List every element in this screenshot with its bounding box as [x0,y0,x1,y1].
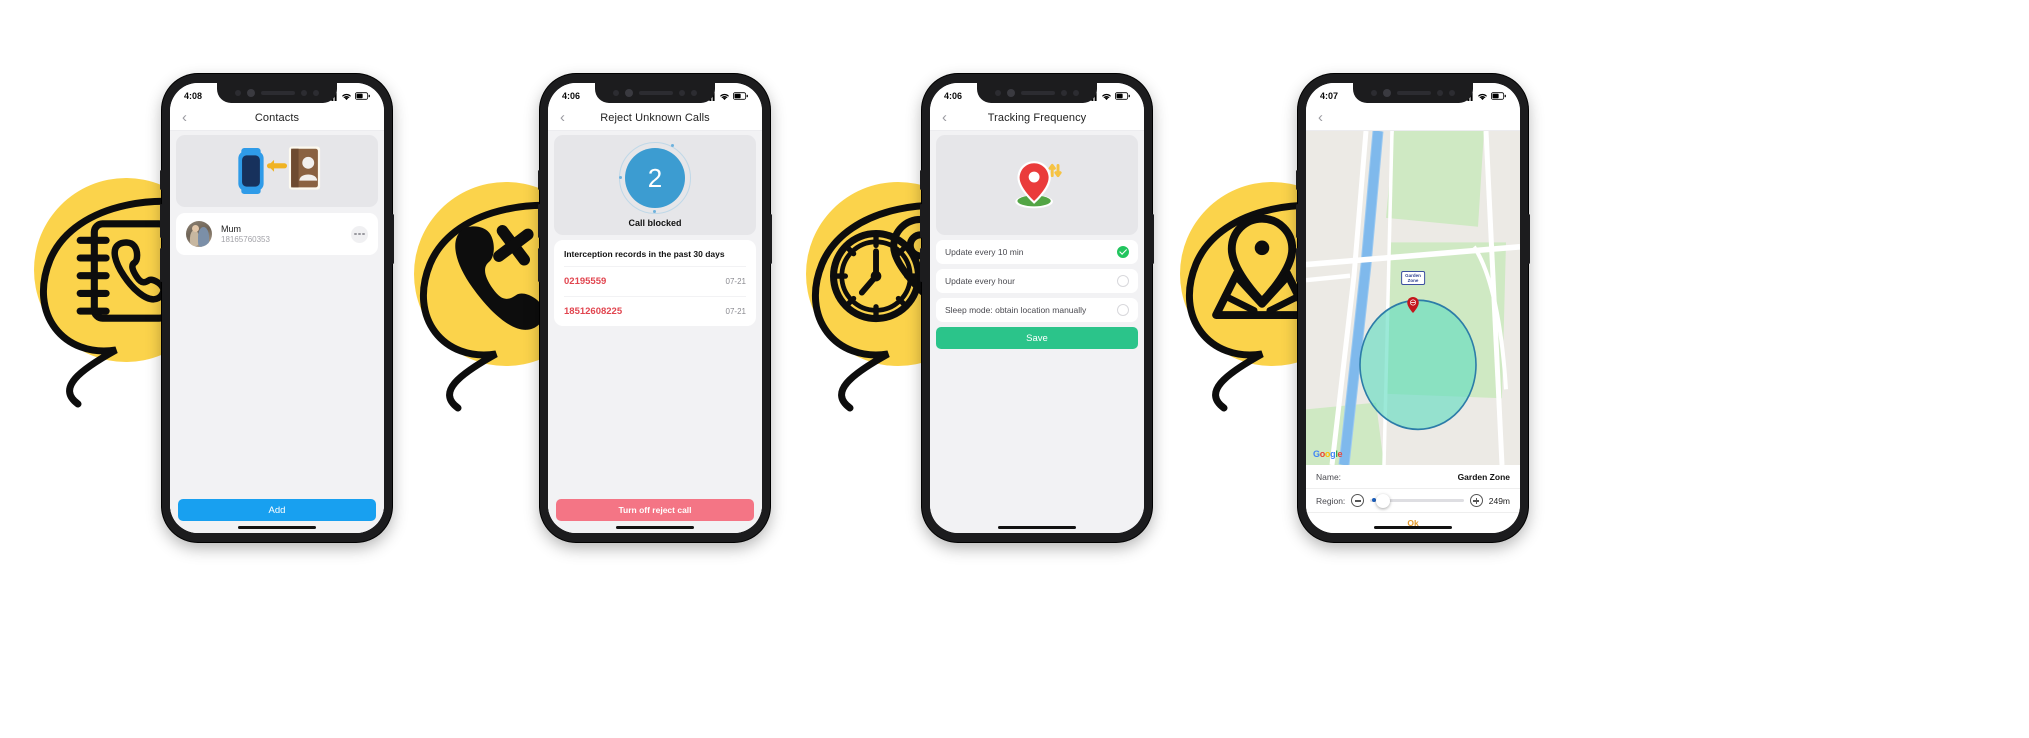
notch [595,83,715,103]
screen-reject-calls: 4:06 ‹ Reject Unknown Calls 2 Call block… [548,83,762,533]
battery-icon [1491,92,1506,100]
notch [977,83,1097,103]
blocked-count-value: 2 [625,148,685,208]
showcase-canvas: 4:08 ‹ Contacts Mum 18165760353 Add 4:06… [0,0,2029,738]
blocked-counter: 2 [619,142,691,214]
option-label: Sleep mode: obtain location manually [945,305,1087,315]
slider-handle[interactable] [1376,493,1391,508]
radius-slider[interactable] [1370,493,1464,508]
status-time: 4:07 [1320,91,1339,101]
home-indicator [1374,525,1452,529]
name-label: Name: [1316,471,1342,482]
wifi-icon [1478,93,1487,100]
screen-geofence-map: 4:07 ‹ Garden Zone Google Name: Garden Z… [1306,83,1520,533]
page-title: Contacts [254,111,300,124]
wifi-icon [342,93,351,100]
status-time: 4:06 [562,91,581,101]
hero-illustration-contacts [176,135,378,207]
notch [217,83,337,103]
record-number: 18512608225 [564,306,623,317]
turn-off-reject-call-button[interactable]: Turn off reject call [556,499,754,521]
list-item[interactable]: Mum 18165760353 [176,213,378,255]
record-date: 07-21 [725,277,746,286]
record-date: 07-21 [725,307,746,316]
nav-bar: ‹ Reject Unknown Calls [548,105,762,131]
save-button[interactable]: Save [936,327,1138,349]
radius-value: 249m [1488,495,1510,506]
geofence-pin-icon[interactable] [1407,296,1420,313]
status-time: 4:08 [184,91,203,101]
phone-contacts: 4:08 ‹ Contacts Mum 18165760353 Add [160,74,394,542]
plus-circle-icon[interactable] [1469,494,1483,507]
nav-bar: ‹ Tracking Frequency [930,105,1144,131]
battery-icon [733,92,748,100]
home-indicator [616,525,694,529]
zone-label: Garden Zone [1401,270,1425,285]
option-update-10-min[interactable]: Update every 10 min [936,240,1138,264]
option-label: Update every hour [945,276,1015,286]
interception-records-card: Interception records in the past 30 days… [554,240,756,326]
records-title: Interception records in the past 30 days [564,249,725,259]
minus-circle-icon[interactable] [1351,494,1365,507]
table-row[interactable]: 02195559 07-21 [564,266,746,296]
nav-bar: ‹ [1306,105,1520,131]
blocked-count-panel: 2 Call blocked [554,135,756,235]
battery-icon [355,92,370,100]
region-label: Region: [1316,495,1346,506]
wifi-icon [720,93,729,100]
phone-reject-calls: 4:06 ‹ Reject Unknown Calls 2 Call block… [538,74,772,542]
avatar [186,221,212,247]
blocked-caption: Call blocked [628,218,682,228]
add-button[interactable]: Add [178,499,376,521]
ok-button[interactable]: Ok [1306,513,1520,533]
screen-tracking-frequency: 4:06 ‹ Tracking Frequency Update every 1… [930,83,1144,533]
option-label: Update every 10 min [945,247,1024,257]
status-time: 4:06 [944,91,963,101]
option-sleep-mode[interactable]: Sleep mode: obtain location manually [936,298,1138,322]
home-indicator [238,525,316,529]
contact-number: 18165760353 [221,235,270,244]
map-canvas[interactable]: Garden Zone Google [1306,131,1520,465]
location-pin-refresh-illustration [1015,161,1062,209]
back-button[interactable]: ‹ [1318,110,1323,125]
hero-illustration-tracking [936,135,1138,235]
radio-icon[interactable] [1117,275,1129,287]
google-watermark: Google [1313,449,1343,459]
home-indicator [998,525,1076,529]
record-number: 02195559 [564,276,607,287]
name-value: Garden Zone [1457,471,1510,482]
region-radius-row[interactable]: Region: 249m [1306,489,1520,513]
contact-name: Mum [221,224,241,234]
more-options-icon[interactable] [351,225,368,243]
battery-icon [1115,92,1130,100]
wifi-icon [1102,93,1111,100]
phone-tracking-frequency: 4:06 ‹ Tracking Frequency Update every 1… [920,74,1154,542]
page-title: Reject Unknown Calls [600,111,710,124]
check-circle-icon[interactable] [1117,246,1129,258]
nav-bar: ‹ Contacts [170,105,384,131]
radio-icon[interactable] [1117,304,1129,316]
option-update-every-hour[interactable]: Update every hour [936,269,1138,293]
notch [1353,83,1473,103]
zone-name-row[interactable]: Name: Garden Zone [1306,465,1520,489]
table-row[interactable]: 18512608225 07-21 [564,296,746,326]
screen-contacts: 4:08 ‹ Contacts Mum 18165760353 Add [170,83,384,533]
watch-to-contactbook-sync-illustration [238,146,321,195]
phone-geofence-map: 4:07 ‹ Garden Zone Google Name: Garden Z… [1296,74,1530,542]
page-title: Tracking Frequency [987,111,1087,124]
